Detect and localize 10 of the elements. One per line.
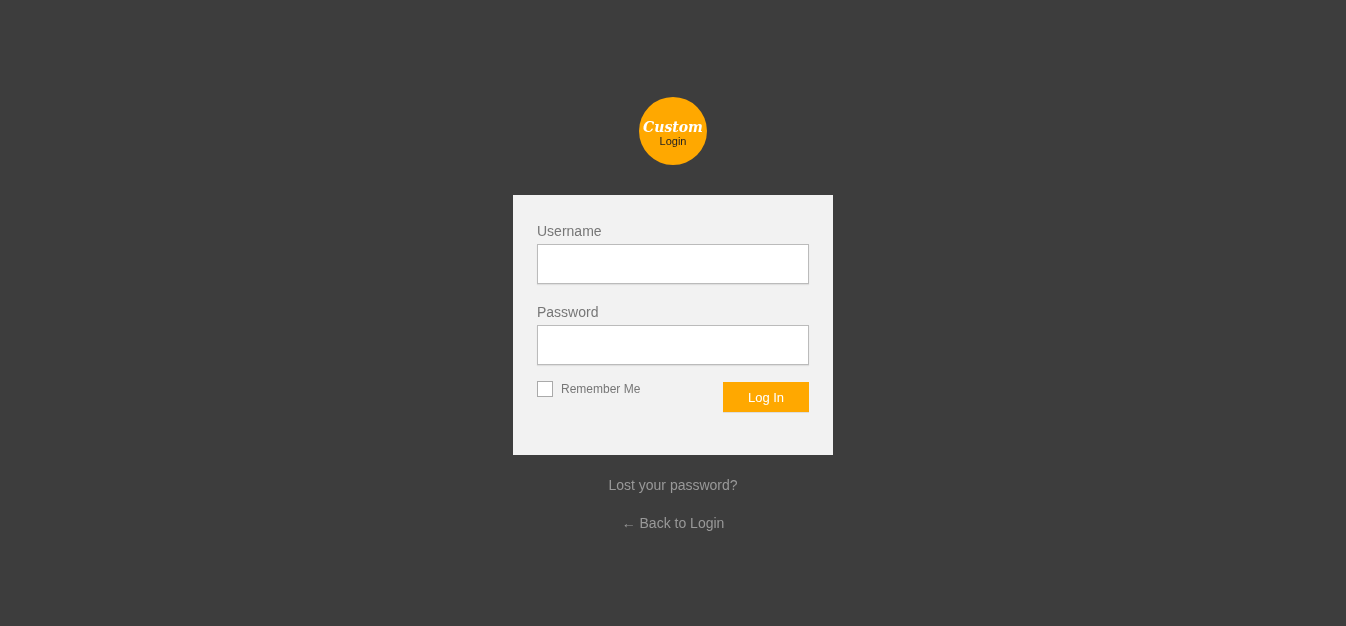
link[interactable]: Lost your password? [608,477,738,493]
link[interactable]: ← Back to Login [621,515,725,531]
input-field[interactable] [537,325,809,365]
field-label: Username [537,223,603,239]
checkbox-label: Remember Me [561,382,641,396]
logo-script-text: Custom [643,119,703,135]
input-field[interactable] [537,244,809,284]
checkbox[interactable] [537,381,553,397]
logo-text: Login [659,134,687,147]
field-label: Password [537,304,600,320]
